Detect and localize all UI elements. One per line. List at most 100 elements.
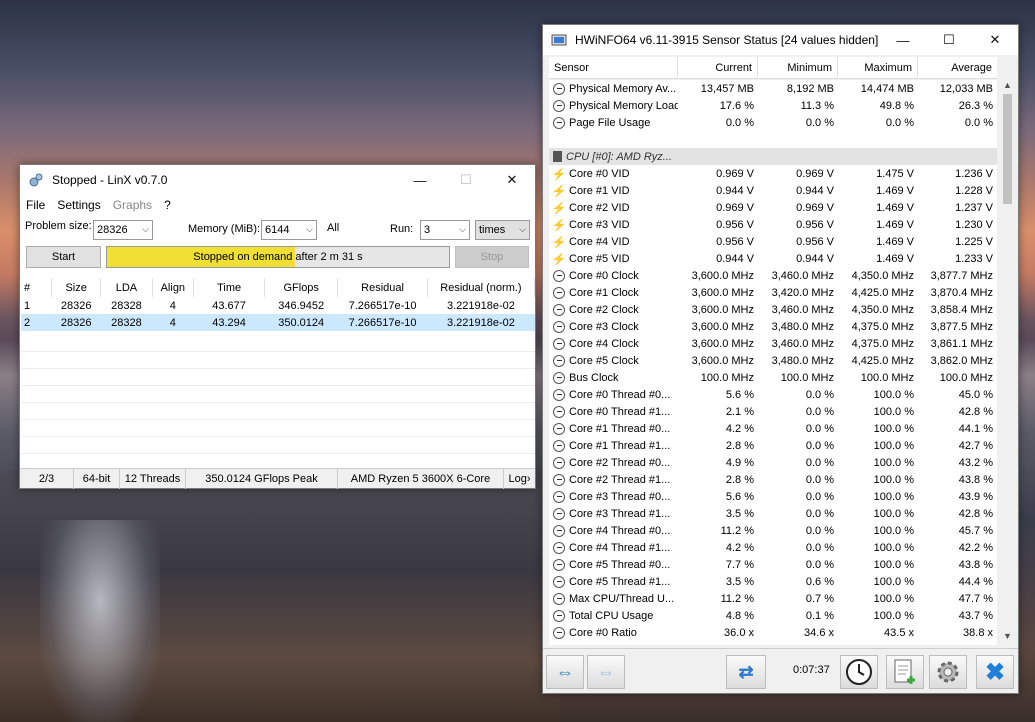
sensor-row[interactable] <box>549 131 997 148</box>
all-checkbox-row[interactable]: All <box>327 222 339 234</box>
settings-gear-icon[interactable] <box>929 655 967 689</box>
prev-next-disabled-icon[interactable]: ⇔ <box>587 655 625 689</box>
col-size[interactable]: Size <box>51 278 102 297</box>
col-residual[interactable]: Residual <box>337 278 428 297</box>
menu-settings[interactable]: Settings <box>57 198 100 212</box>
sensor-row[interactable]: ⚡ Core #4 VID 0.956 V 0.956 V 1.469 V 1.225 V <box>549 233 997 250</box>
maximum-value: 100.0 % <box>873 609 914 622</box>
sensor-row[interactable]: Physical Memory Load 17.6 % 11.3 % 49.8 % 26… <box>549 97 997 114</box>
sensor-row[interactable]: Core #5 Thread #0... 7.7 % 0.0 % 100.0 % 43.… <box>549 556 997 573</box>
sensor-row[interactable]: Core #2 Clock 3,600.0 MHz 3,460.0 MHz 4,350… <box>549 301 997 318</box>
col-minimum[interactable]: Minimum <box>758 57 838 78</box>
sensor-row[interactable]: Page File Usage 0.0 % 0.0 % 0.0 % 0.0 % <box>549 114 997 131</box>
current-value: 4.8 % <box>725 609 754 622</box>
log-label[interactable]: Log <box>508 473 526 485</box>
maximum-value: 100.0 % <box>873 388 914 401</box>
maximum-value: 1.475 V <box>876 167 914 180</box>
table-row[interactable]: 2 28326 28328 4 43.294 350.0124 7.266517… <box>21 314 535 331</box>
col-current[interactable]: Current <box>678 57 758 78</box>
average-value: 38.8 x <box>963 626 993 639</box>
col-lda[interactable]: LDA <box>100 278 153 297</box>
run-unit-combo[interactable]: times ⌵ <box>475 220 530 240</box>
sensor-row[interactable]: Core #3 Thread #0... 5.6 % 0.0 % 100.0 % 43.… <box>549 488 997 505</box>
sensor-row[interactable]: Core #5 Clock 3,600.0 MHz 3,480.0 MHz 4,425… <box>549 352 997 369</box>
sensor-row[interactable]: Core #3 Clock 3,600.0 MHz 3,480.0 MHz 4,375… <box>549 318 997 335</box>
linx-titlebar[interactable]: Stopped - LinX v0.7.0 — ☐ ✕ <box>20 165 535 195</box>
current-value: 3.5 % <box>725 507 754 520</box>
sensor-group-row[interactable]: CPU [#0]: AMD Ryz... <box>549 148 997 165</box>
sensor-row[interactable]: Bus Clock 100.0 MHz 100.0 MHz 100.0 MHz 100.… <box>549 369 997 386</box>
col-average[interactable]: Average <box>918 57 997 78</box>
sensor-row[interactable]: Core #4 Thread #0... 11.2 % 0.0 % 100.0 % 45… <box>549 522 997 539</box>
sensor-row[interactable]: Core #2 Thread #1... 2.8 % 0.0 % 100.0 % 43.… <box>549 471 997 488</box>
stop-button[interactable]: Stop <box>455 246 529 268</box>
col-align[interactable]: Align <box>152 278 195 297</box>
sensor-row[interactable]: Core #4 Thread #1... 4.2 % 0.0 % 100.0 % 42.… <box>549 539 997 556</box>
maximize-button[interactable]: ☐ <box>443 165 489 195</box>
sensor-name: Core #4 Clock <box>569 337 639 350</box>
sensor-row[interactable]: Core #4 Clock 3,600.0 MHz 3,460.0 MHz 4,375… <box>549 335 997 352</box>
minimize-button[interactable]: — <box>397 165 443 195</box>
memory-combo[interactable]: 6144 ⌵ <box>261 220 317 240</box>
maximum-value: 100.0 % <box>873 490 914 503</box>
sensor-row[interactable]: Core #1 Clock 3,600.0 MHz 3,420.0 MHz 4,425… <box>549 284 997 301</box>
close-button[interactable]: ✕ <box>489 165 535 195</box>
sensor-row[interactable]: Max CPU/Thread U... 11.2 % 0.7 % 100.0 % 47.… <box>549 590 997 607</box>
col-num[interactable]: # <box>21 278 53 297</box>
col-sensor[interactable]: Sensor <box>549 57 678 78</box>
sensor-row[interactable]: ⚡ Core #2 VID 0.969 V 0.969 V 1.469 V 1.237 V <box>549 199 997 216</box>
voltage-bolt-icon: ⚡ <box>551 235 567 248</box>
sensor-name-cell: Core #5 Clock <box>549 354 678 367</box>
sensor-row[interactable]: ⚡ Core #0 VID 0.969 V 0.969 V 1.475 V 1.236 V <box>549 165 997 182</box>
table-row[interactable]: 1 28326 28328 4 43.677 346.9452 7.266517… <box>21 297 535 314</box>
minimize-button[interactable]: — <box>880 25 926 55</box>
average-value: 3,877.7 MHz <box>930 269 993 282</box>
hwinfo-titlebar[interactable]: HWiNFO64 v6.11-3915 Sensor Status [24 va… <box>543 25 1018 55</box>
all-label[interactable]: All <box>327 222 339 234</box>
start-button[interactable]: Start <box>26 246 101 268</box>
prev-next-arrows-icon[interactable]: ⇔ <box>546 655 584 689</box>
problem-size-combo[interactable]: 28326 ⌵ <box>93 220 153 240</box>
menu-help[interactable]: ? <box>164 198 171 212</box>
sensor-row[interactable]: Core #1 Thread #1... 2.8 % 0.0 % 100.0 % 42.… <box>549 437 997 454</box>
sensor-row[interactable]: Core #0 Thread #0... 5.6 % 0.0 % 100.0 % 45.… <box>549 386 997 403</box>
scroll-thumb[interactable] <box>1003 94 1012 204</box>
col-maximum[interactable]: Maximum <box>838 57 918 78</box>
sensor-list[interactable]: Physical Memory Av... 13,457 MB 8,192 MB 14… <box>549 80 997 645</box>
col-gflops[interactable]: GFlops <box>264 278 339 297</box>
scroll-up-icon[interactable]: ▲ <box>999 80 1016 94</box>
current-value: 0.956 V <box>716 218 754 231</box>
sensor-row[interactable]: ⚡ Core #1 VID 0.944 V 0.944 V 1.469 V 1.228 V <box>549 182 997 199</box>
maximize-button[interactable]: ☐ <box>926 25 972 55</box>
col-time[interactable]: Time <box>193 278 266 297</box>
scroll-down-icon[interactable]: ▼ <box>999 631 1016 645</box>
network-icon[interactable]: ⇄ <box>726 655 766 689</box>
menu-graphs[interactable]: Graphs <box>113 198 152 212</box>
sensor-row[interactable]: ⚡ Core #3 VID 0.956 V 0.956 V 1.469 V 1.230 V <box>549 216 997 233</box>
sensor-name: Max CPU/Thread U... <box>569 592 675 605</box>
sensor-row[interactable]: Physical Memory Av... 13,457 MB 8,192 MB 14… <box>549 80 997 97</box>
current-value: 11.2 % <box>720 524 754 537</box>
sensor-scrollbar[interactable]: ▲ ▼ <box>999 80 1016 645</box>
status-progress: 2/3 <box>20 469 74 489</box>
log-button[interactable]: Log › <box>504 469 535 489</box>
sensor-row[interactable]: Core #3 Thread #1... 3.5 % 0.0 % 100.0 % 42.… <box>549 505 997 522</box>
sensor-row[interactable]: Core #1 Thread #0... 4.2 % 0.0 % 100.0 % 44.… <box>549 420 997 437</box>
average-value: 43.2 % <box>958 456 993 469</box>
sensor-row[interactable]: Core #5 Thread #1... 3.5 % 0.6 % 100.0 % 44.… <box>549 573 997 590</box>
clock-icon[interactable] <box>840 655 878 689</box>
sensor-row[interactable]: Core #0 Ratio 36.0 x 34.6 x 43.5 x 38.8 x <box>549 624 997 641</box>
cell-num: 1 <box>24 299 31 312</box>
sensor-row[interactable]: Total CPU Usage 4.8 % 0.1 % 100.0 % 43.7 % <box>549 607 997 624</box>
menu-file[interactable]: File <box>26 198 45 212</box>
col-residual-norm[interactable]: Residual (norm.) <box>427 278 536 297</box>
sensor-row[interactable]: Core #0 Thread #1... 2.1 % 0.0 % 100.0 % 42.… <box>549 403 997 420</box>
close-x-icon[interactable]: ✖ <box>976 655 1014 689</box>
add-report-icon[interactable] <box>886 655 924 689</box>
run-combo[interactable]: 3 ⌵ <box>420 220 470 240</box>
close-button[interactable]: ✕ <box>972 25 1018 55</box>
sensor-row[interactable]: Core #0 Clock 3,600.0 MHz 3,460.0 MHz 4,350… <box>549 267 997 284</box>
sensor-row[interactable]: ⚡ Core #5 VID 0.944 V 0.944 V 1.469 V 1.233 V <box>549 250 997 267</box>
current-value: 3,600.0 MHz <box>691 269 754 282</box>
sensor-row[interactable]: Core #2 Thread #0... 4.9 % 0.0 % 100.0 % 43.… <box>549 454 997 471</box>
